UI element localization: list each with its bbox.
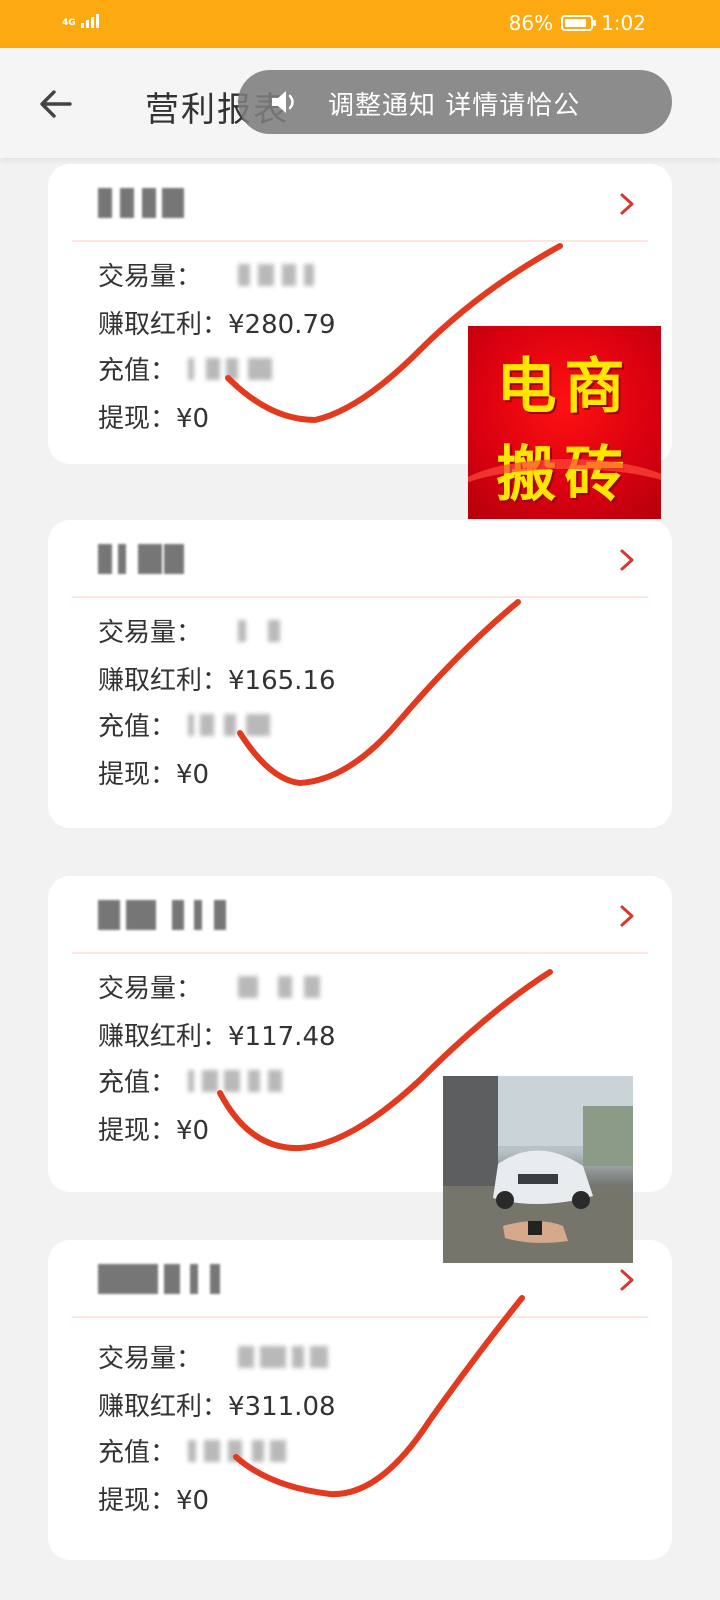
- stat-row: 赚取红利：¥311.08: [98, 1386, 336, 1423]
- card-divider: [72, 240, 648, 242]
- stat-label: 充值：: [98, 356, 177, 386]
- card-divider: [72, 1316, 648, 1318]
- stat-value: ¥311.08: [228, 1392, 336, 1422]
- report-card[interactable]: 交易量： 赚取红利：¥165.16 充值： 提现：¥0: [48, 520, 672, 828]
- stat-value: ¥0: [176, 404, 210, 434]
- stat-label: 交易量：: [98, 262, 203, 292]
- redacted-account-name: [98, 544, 218, 574]
- stat-value: ¥0: [176, 760, 210, 790]
- notice-banner[interactable]: 调整通知 详情请恰公: [238, 70, 672, 134]
- app-header: 营利报表 调整通知 详情请恰公: [0, 48, 720, 158]
- stat-value: ¥0: [176, 1486, 210, 1516]
- stat-label: 提现：: [98, 760, 177, 790]
- stat-label: 交易量：: [98, 974, 203, 1004]
- stat-row: 充值：: [98, 706, 176, 743]
- stat-row: 充值：: [98, 1062, 176, 1099]
- stat-label: 赚取红利：: [98, 666, 229, 696]
- stat-label: 提现：: [98, 1116, 177, 1146]
- stat-value: ¥117.48: [228, 1022, 336, 1052]
- stat-row: 交易量：: [98, 968, 202, 1005]
- status-bar: 4G 86% 1:02: [0, 0, 720, 48]
- redacted-account-name: [98, 900, 226, 930]
- stat-value: ¥0: [176, 1116, 210, 1146]
- stat-label: 交易量：: [98, 618, 203, 648]
- stat-label: 赚取红利：: [98, 310, 229, 340]
- card-divider: [72, 596, 648, 598]
- stat-label: 提现：: [98, 1486, 177, 1516]
- dianshang-ad-banner[interactable]: 电商 搬砖: [468, 326, 661, 519]
- stat-label: 交易量：: [98, 1344, 203, 1374]
- stat-row: 赚取红利：¥117.48: [98, 1016, 336, 1053]
- stat-row: 交易量：: [98, 256, 202, 293]
- car-photo: [443, 1076, 633, 1263]
- clock: 1:02: [601, 11, 646, 35]
- battery-icon: [561, 15, 597, 31]
- stat-row: 充值：: [98, 1432, 176, 1469]
- stat-label: 提现：: [98, 404, 177, 434]
- stat-row: 提现：¥0: [98, 398, 209, 435]
- stat-label: 充值：: [98, 1438, 177, 1468]
- ad-line-1: 电商: [496, 352, 633, 422]
- chevron-right-icon[interactable]: [618, 192, 636, 216]
- chevron-right-icon[interactable]: [618, 904, 636, 928]
- stat-row: 提现：¥0: [98, 1480, 209, 1517]
- stat-row: 交易量：: [98, 1338, 202, 1375]
- stat-row: 充值：: [98, 350, 176, 387]
- stat-label: 赚取红利：: [98, 1022, 229, 1052]
- stat-row: 交易量：: [98, 612, 202, 649]
- stat-value: ¥280.79: [228, 310, 336, 340]
- stat-row: 赚取红利：¥165.16: [98, 660, 336, 697]
- stat-label: 充值：: [98, 712, 177, 742]
- ribbon-decoration: [468, 459, 661, 519]
- chevron-right-icon[interactable]: [618, 548, 636, 572]
- redacted-account-name: [98, 188, 218, 218]
- card-divider: [72, 952, 648, 954]
- redacted-account-name: [98, 1264, 220, 1294]
- stat-row: 提现：¥0: [98, 754, 209, 791]
- stat-row: 赚取红利：¥280.79: [98, 304, 336, 341]
- arrow-left-icon[interactable]: [36, 84, 76, 124]
- notice-text: 调整通知 详情请恰公: [328, 91, 581, 121]
- report-card[interactable]: 交易量： 赚取红利：¥311.08 充值： 提现：¥0: [48, 1240, 672, 1560]
- signal-icon: 4G: [62, 14, 99, 28]
- stat-label: 充值：: [98, 1068, 177, 1098]
- speaker-icon: [272, 91, 294, 113]
- stat-row: 提现：¥0: [98, 1110, 209, 1147]
- battery-percent: 86%: [508, 11, 554, 35]
- stat-value: ¥165.16: [228, 666, 336, 696]
- stat-label: 赚取红利：: [98, 1392, 229, 1422]
- car-image: [443, 1076, 633, 1263]
- network-type: 4G: [62, 18, 76, 28]
- chevron-right-icon[interactable]: [618, 1268, 636, 1292]
